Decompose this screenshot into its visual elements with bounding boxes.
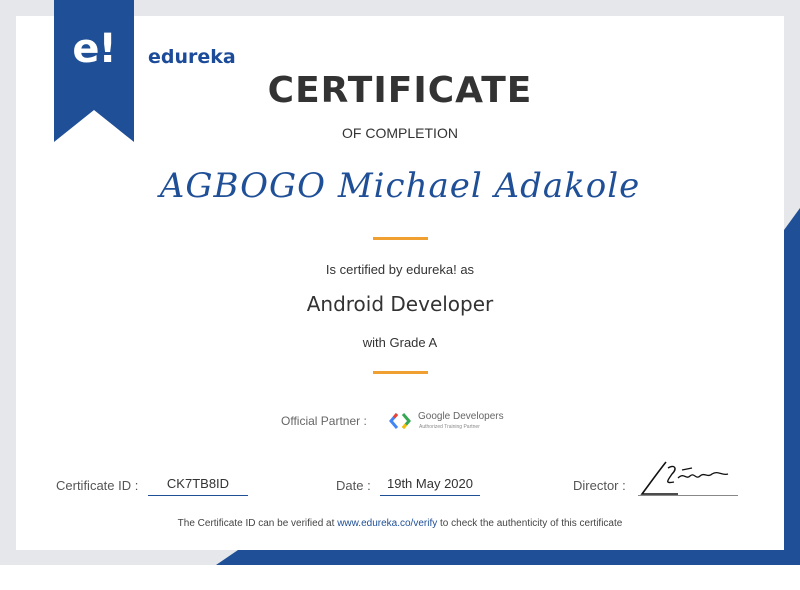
partner-subtitle: Authorized Training Partner [419,424,480,430]
verification-link[interactable]: www.edureka.co/verify [337,518,437,529]
date-underline [380,495,480,496]
orange-divider-top [373,237,428,240]
certificate-subtitle: OF COMPLETION [342,125,458,141]
edureka-brand-name: edureka [148,46,236,68]
date-value: 19th May 2020 [386,476,473,491]
certificate-id-underline [148,495,248,496]
certificate-title: CERTIFICATE [267,70,533,111]
director-signature [640,461,729,495]
verification-suffix: to check the authenticity of this certif… [440,518,623,529]
partner-label: Official Partner : [281,414,367,428]
verification-prefix: The Certificate ID can be verified at [177,518,335,529]
verification-note: The Certificate ID can be verified at ww… [0,518,800,529]
orange-divider-bottom [373,371,428,374]
signature-underline [638,495,738,496]
certificate-id-label: Certificate ID : [56,478,139,493]
grade-text: with Grade A [362,335,438,350]
certified-statement: Is certified by edureka! as [325,262,475,277]
edureka-logo-mark: e! [72,26,116,72]
recipient-name: AGBOGO Michael Adakole [159,166,641,206]
google-developers-icon [389,413,411,429]
director-label: Director : [573,478,626,493]
date-label: Date : [336,478,371,493]
partner-name: Google Developers [418,411,504,422]
certificate-id-value: CK7TB8ID [166,476,230,491]
course-title: Android Developer [306,292,494,316]
